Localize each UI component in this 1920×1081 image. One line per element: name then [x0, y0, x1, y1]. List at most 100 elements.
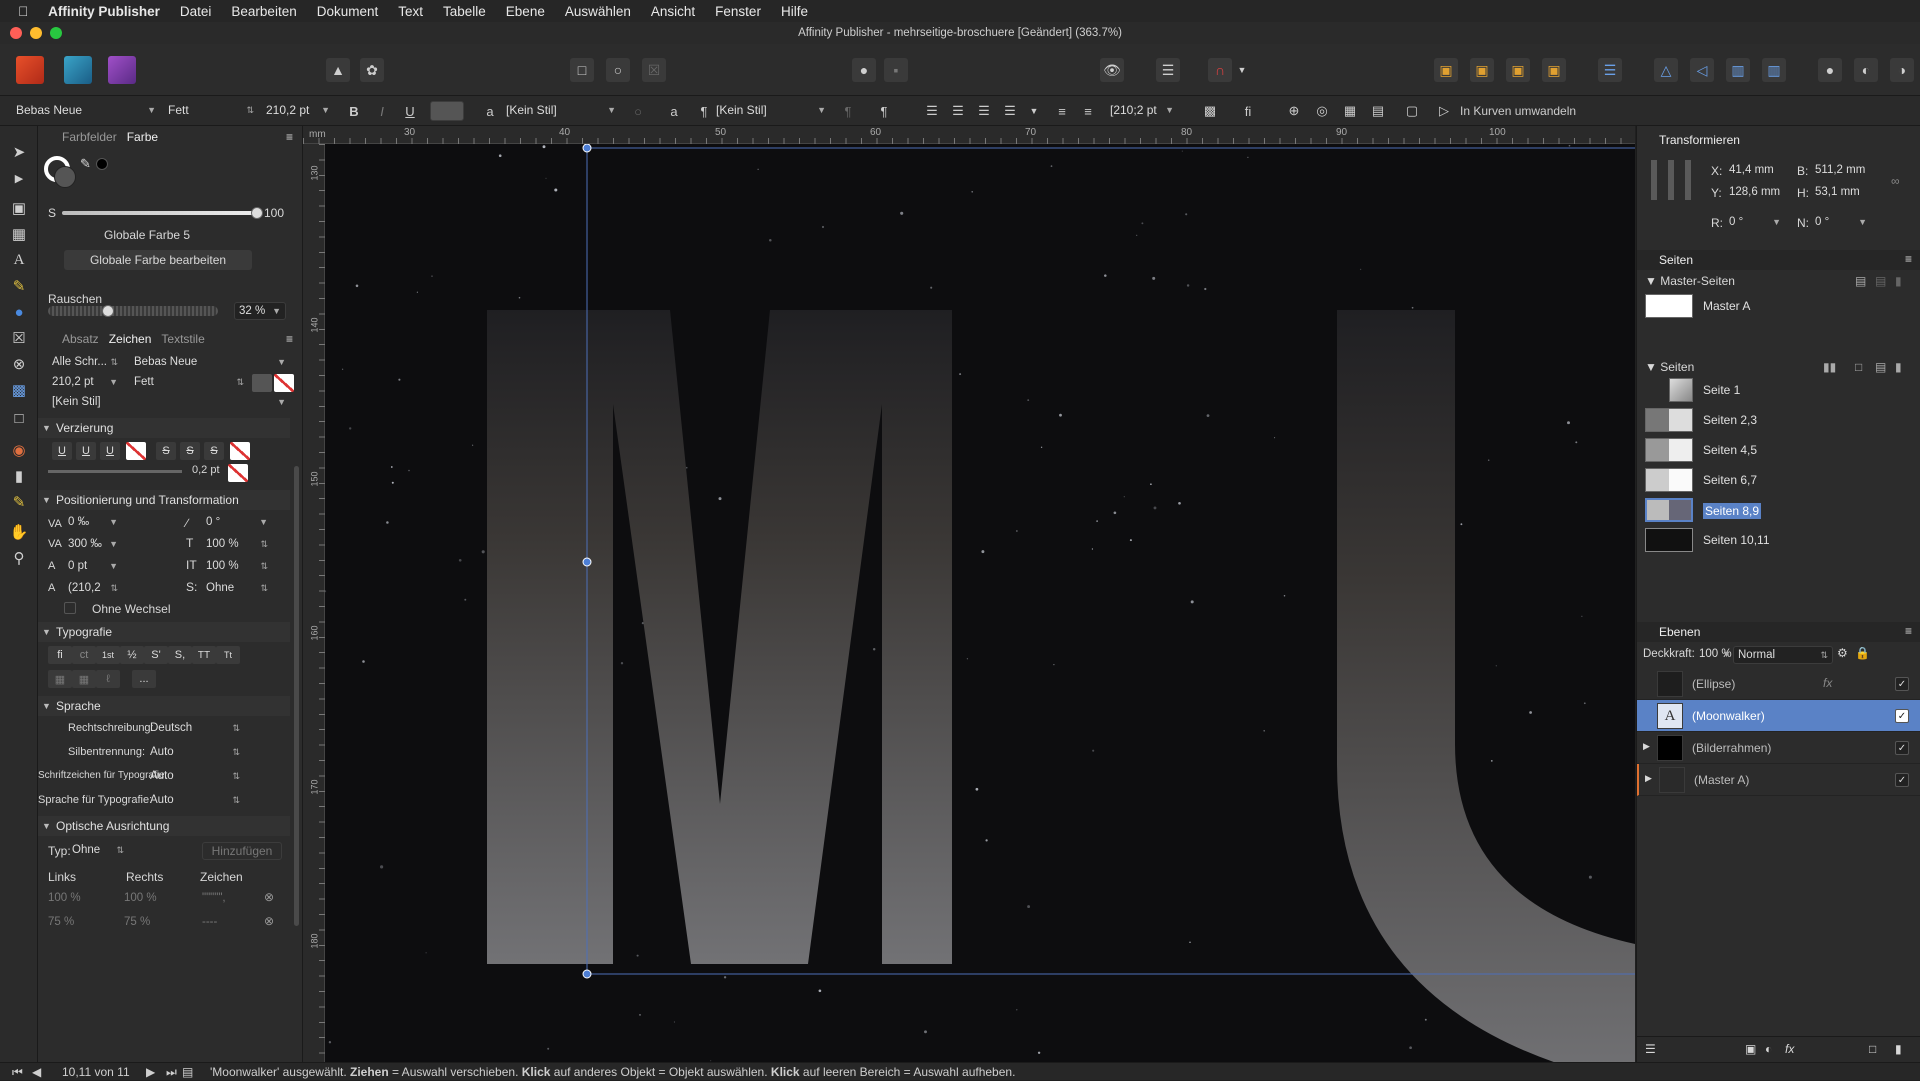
optical-row1-zeichen[interactable]: """"",	[198, 890, 258, 908]
layer-visibility-checkbox[interactable]: ✓	[1895, 709, 1909, 723]
text-frame-icon[interactable]: ▩	[1200, 101, 1220, 121]
last-page-icon[interactable]: ⏭	[166, 1063, 177, 1081]
typo-discretionary-button[interactable]: ct	[72, 646, 96, 664]
tab-zeichen[interactable]: Zeichen	[109, 332, 152, 352]
page-item[interactable]: Seiten 4,5	[1637, 436, 1920, 464]
strike-dotted-button[interactable]: S	[204, 442, 224, 460]
menu-hilfe[interactable]: Hilfe	[771, 4, 818, 19]
menu-auswaehlen[interactable]: Auswählen	[555, 4, 641, 19]
preflight-icon[interactable]: ✿	[360, 58, 384, 82]
frame-text-tool-icon[interactable]: ▣	[7, 196, 31, 220]
remove-row-icon[interactable]: ⊗	[264, 914, 274, 928]
typo-ordinal-button[interactable]: 1st	[96, 646, 120, 664]
target-icon[interactable]: ⊕	[1284, 101, 1304, 121]
pages-panel-title[interactable]: Seiten	[1637, 250, 1920, 270]
vertical-ruler[interactable]: 130 140 150 160 170 180	[303, 144, 325, 1062]
x-field[interactable]: 41,4 mm	[1725, 162, 1789, 180]
tab-farbe[interactable]: Farbe	[127, 130, 158, 150]
master-page-item[interactable]: Master A	[1637, 292, 1920, 320]
font-weight-select[interactable]: Fett ⇅	[164, 101, 258, 121]
menu-tabelle[interactable]: Tabelle	[433, 4, 496, 19]
opacity-field[interactable]: 100 % ▼	[1695, 646, 1735, 664]
place-image-tool-icon[interactable]: ▩	[7, 378, 31, 402]
master-pages-header[interactable]: ▼ Master-Seiten	[1645, 274, 1735, 288]
optical-row1-links[interactable]: 100 %	[44, 890, 104, 908]
optical-row2-zeichen[interactable]: ----	[198, 914, 258, 932]
optical-row2-rechts[interactable]: 75 %	[120, 914, 180, 932]
rotation-field[interactable]: 0 ° ▼	[202, 514, 272, 532]
section-typografie[interactable]: Typografie	[38, 622, 290, 642]
add-master-icon[interactable]: ▤	[1855, 274, 1866, 288]
ligature-icon[interactable]: fi	[1238, 101, 1258, 121]
align-center-icon[interactable]: ☰	[948, 101, 968, 121]
underline-color-swatch[interactable]	[126, 442, 146, 460]
shear-field[interactable]: Ohne ⇅	[202, 580, 272, 598]
delete-layer-icon[interactable]: ▮	[1895, 1042, 1902, 1056]
fx-icon[interactable]: fx	[1785, 1042, 1794, 1056]
fill-stroke-swatch[interactable]	[44, 156, 78, 188]
menu-app[interactable]: Affinity Publisher	[38, 4, 170, 19]
clip-icon[interactable]: ☒	[642, 58, 666, 82]
arrange-back-icon[interactable]: ▣	[1434, 58, 1458, 82]
optical-row2-links[interactable]: 75 %	[44, 914, 104, 932]
transform-panel-title[interactable]: Transformieren	[1637, 130, 1920, 150]
b-field[interactable]: 511,2 mm	[1811, 162, 1883, 180]
leading-field[interactable]: [210;2 pt ▼	[1106, 101, 1178, 121]
preview-icon[interactable]: ○	[606, 58, 630, 82]
tab-farbfelder[interactable]: Farbfelder	[62, 130, 117, 150]
leading-field[interactable]: (210,2 ⇅	[64, 580, 122, 598]
next-page-icon[interactable]: ▶	[146, 1063, 155, 1081]
typo-alt3-button[interactable]: ℓ	[96, 670, 120, 688]
shape-tool-icon[interactable]: ●	[7, 300, 31, 324]
kerning-field[interactable]: 300 ‰ ▼	[64, 536, 122, 554]
arrange-forward-icon[interactable]: ▣	[1506, 58, 1530, 82]
eyedropper-tool-icon[interactable]: ✎	[7, 490, 31, 514]
vscale-field[interactable]: 100 % ⇅	[202, 536, 272, 554]
layer-row-selected[interactable]: A (Moonwalker) ✓	[1637, 700, 1920, 732]
italic-button[interactable]: I	[372, 101, 392, 121]
no-wrap-checkbox[interactable]	[64, 602, 76, 614]
page-item-selected[interactable]: Seiten 8,9	[1637, 496, 1920, 524]
adjustment-icon[interactable]: ◐	[1765, 1042, 1772, 1056]
flip-horizontal-icon[interactable]: △	[1654, 58, 1678, 82]
typo-alt2-button[interactable]: ▦	[72, 670, 96, 688]
edit-global-color-button[interactable]: Globale Farbe bearbeiten	[64, 250, 252, 270]
page-spread-icon[interactable]: ▮▮	[1823, 360, 1836, 374]
char-style-clear-icon[interactable]: ○	[628, 101, 648, 121]
noise-slider[interactable]	[48, 305, 218, 317]
layers-panel-title[interactable]: Ebenen	[1637, 622, 1920, 642]
horizontal-ruler[interactable]: mm 30 40 50 60 70 80 90 100	[303, 126, 1635, 144]
noise-slider-knob[interactable]	[102, 305, 114, 317]
zoom-tool-icon[interactable]: ⚲	[7, 546, 31, 570]
lang-select[interactable]: Auto ⇅	[146, 792, 244, 810]
menu-bearbeiten[interactable]: Bearbeiten	[221, 4, 306, 19]
section-optische-ausrichtung[interactable]: Optische Ausrichtung	[38, 816, 290, 836]
layer-visibility-checkbox[interactable]: ✓	[1895, 773, 1909, 787]
page-item[interactable]: Seiten 2,3	[1637, 406, 1920, 434]
page-item[interactable]: Seiten 6,7	[1637, 466, 1920, 494]
text-stroke-swatch[interactable]	[274, 374, 294, 392]
menu-text[interactable]: Text	[388, 4, 433, 19]
y-field[interactable]: 128,6 mm	[1725, 184, 1789, 202]
underline-double-button[interactable]: U	[76, 442, 96, 460]
boolean-intersect-icon[interactable]: ◑	[1890, 58, 1914, 82]
fx-icon[interactable]: fx	[1823, 676, 1832, 690]
baseline-field[interactable]: 0 pt ▼	[64, 558, 122, 576]
ellipse-frame-tool-icon[interactable]: ⊗	[7, 352, 31, 376]
stroke-color-swatch[interactable]	[228, 464, 248, 482]
menu-ebene[interactable]: Ebene	[496, 4, 555, 19]
panel-menu-icon[interactable]: ≡	[1905, 252, 1912, 266]
font-size-field[interactable]: 210,2 pt ▼	[48, 374, 122, 392]
spell-select[interactable]: Deutsch ⇅	[146, 720, 244, 738]
prev-page-icon[interactable]: ◀	[32, 1063, 41, 1081]
expand-arrow-icon[interactable]: ▶	[1643, 741, 1650, 752]
panel-menu-icon[interactable]: ≡	[286, 332, 293, 346]
anchor-grid-icon[interactable]	[1651, 160, 1691, 200]
saturation-value[interactable]: 100	[264, 206, 284, 220]
close-window-button[interactable]	[10, 27, 22, 39]
picture-frame-tool-icon[interactable]: ☒	[7, 326, 31, 350]
eye-icon[interactable]: 👁	[1100, 58, 1124, 82]
tab-absatz[interactable]: Absatz	[62, 332, 99, 352]
color-picker-tool-icon[interactable]: ◉	[7, 438, 31, 462]
page-item[interactable]: Seite 1	[1637, 376, 1920, 404]
